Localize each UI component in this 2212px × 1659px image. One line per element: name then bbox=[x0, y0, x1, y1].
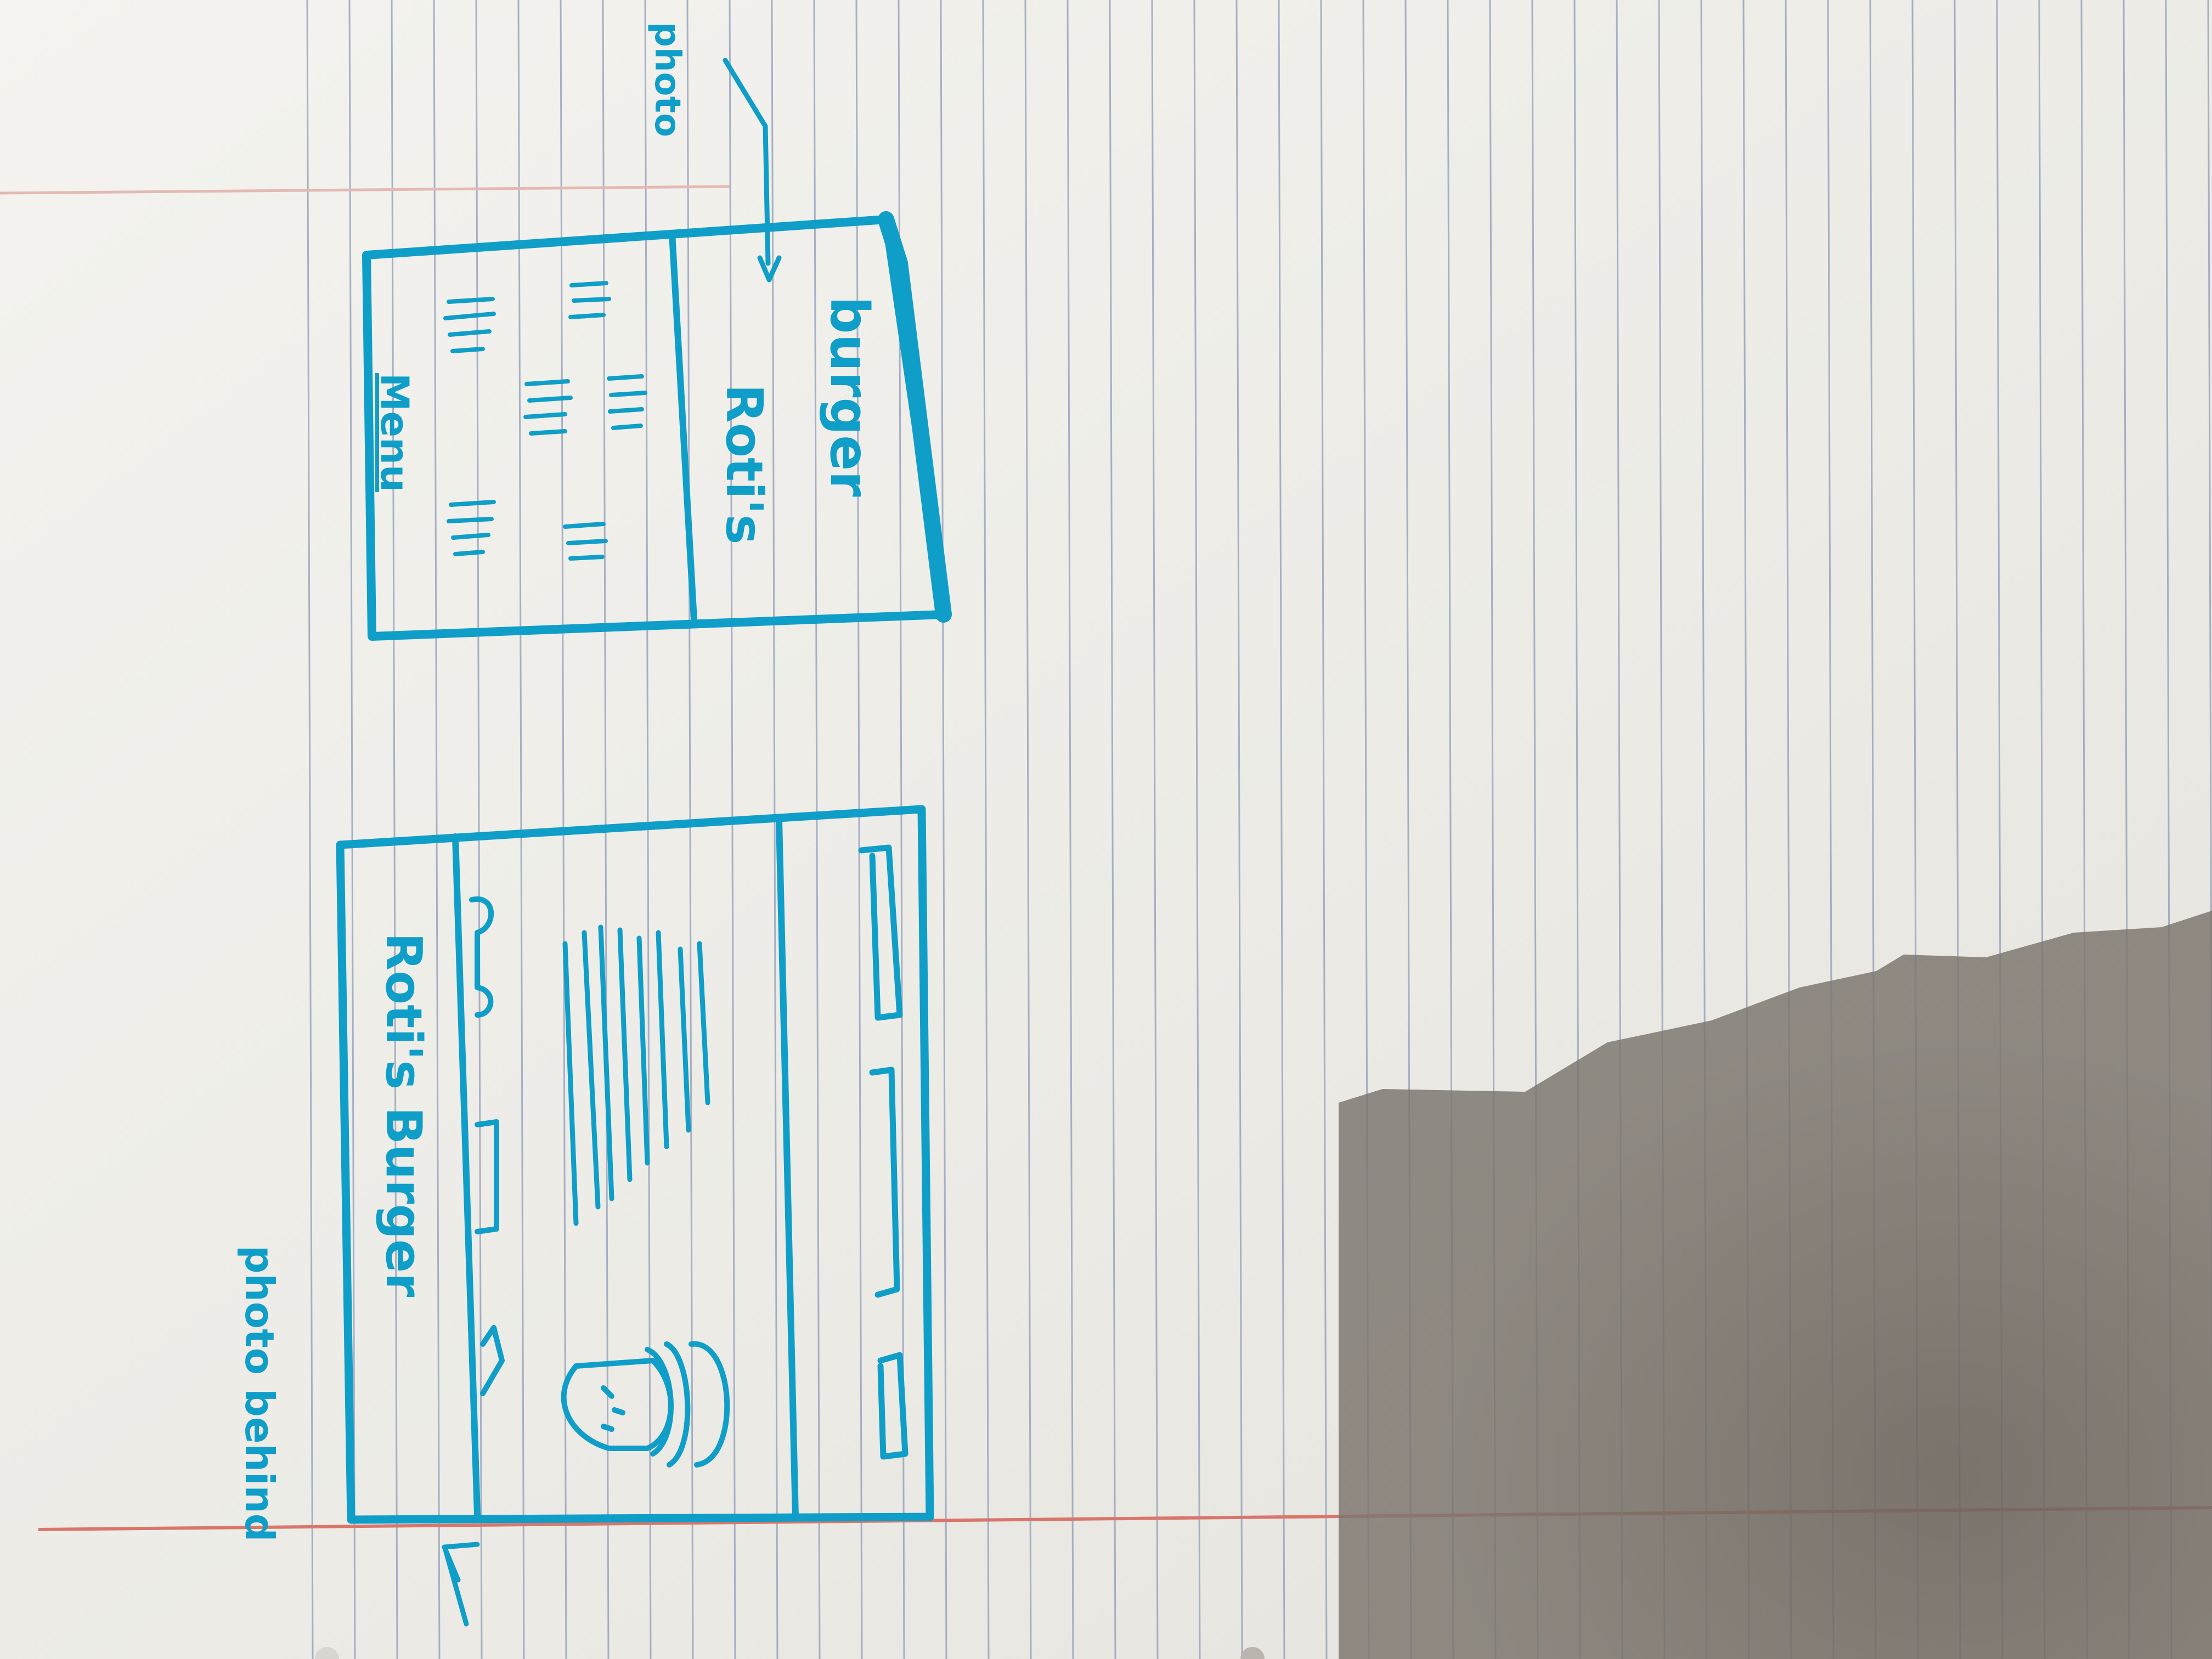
notebook-paper-photo: photo Menu Roti's burger Roti's Burger p… bbox=[0, 0, 2212, 1659]
menu-footer-line-2: burger bbox=[819, 296, 880, 497]
home-title: Roti's Burger bbox=[375, 933, 432, 1297]
menu-footer-line-1: Roti's bbox=[715, 384, 774, 545]
menu-heading: Menu bbox=[372, 373, 417, 492]
photo-note: photo bbox=[647, 22, 687, 137]
photo-behind-note: photo behind bbox=[236, 1245, 283, 1542]
